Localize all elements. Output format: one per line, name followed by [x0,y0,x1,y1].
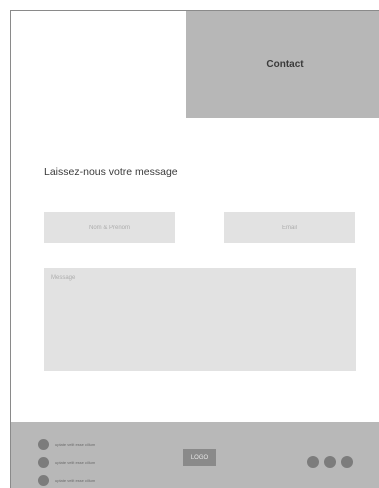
footer-item-label: uptate velit esse cillum [55,441,96,447]
logo: LOGO [183,449,216,466]
bullet-icon [38,438,49,450]
social-icon[interactable] [324,456,336,468]
footer-item-label: uptate velit esse cillum [55,477,96,483]
bullet-icon [38,456,49,468]
footer: uptate velit esse cillum uptate velit es… [11,422,379,488]
social-icons [307,456,358,468]
footer-list-item: uptate velit esse cillum [38,455,95,469]
footer-list-item: uptate velit esse cillum [38,437,95,451]
social-icon[interactable] [307,456,319,468]
email-field[interactable] [224,212,355,243]
page-title: Contact [266,59,304,70]
name-field[interactable] [44,212,175,243]
contact-header: Contact [186,11,379,118]
footer-list-item: uptate velit esse cillum [38,473,95,487]
footer-item-label: uptate velit esse cillum [55,459,96,465]
footer-list: uptate velit esse cillum uptate velit es… [38,437,95,488]
form-title: Laissez-nous votre message [44,166,178,178]
page-frame: Contact Laissez-nous votre message uptat… [10,10,379,488]
social-icon[interactable] [341,456,353,468]
bullet-icon [38,474,49,486]
message-field[interactable] [44,268,356,371]
